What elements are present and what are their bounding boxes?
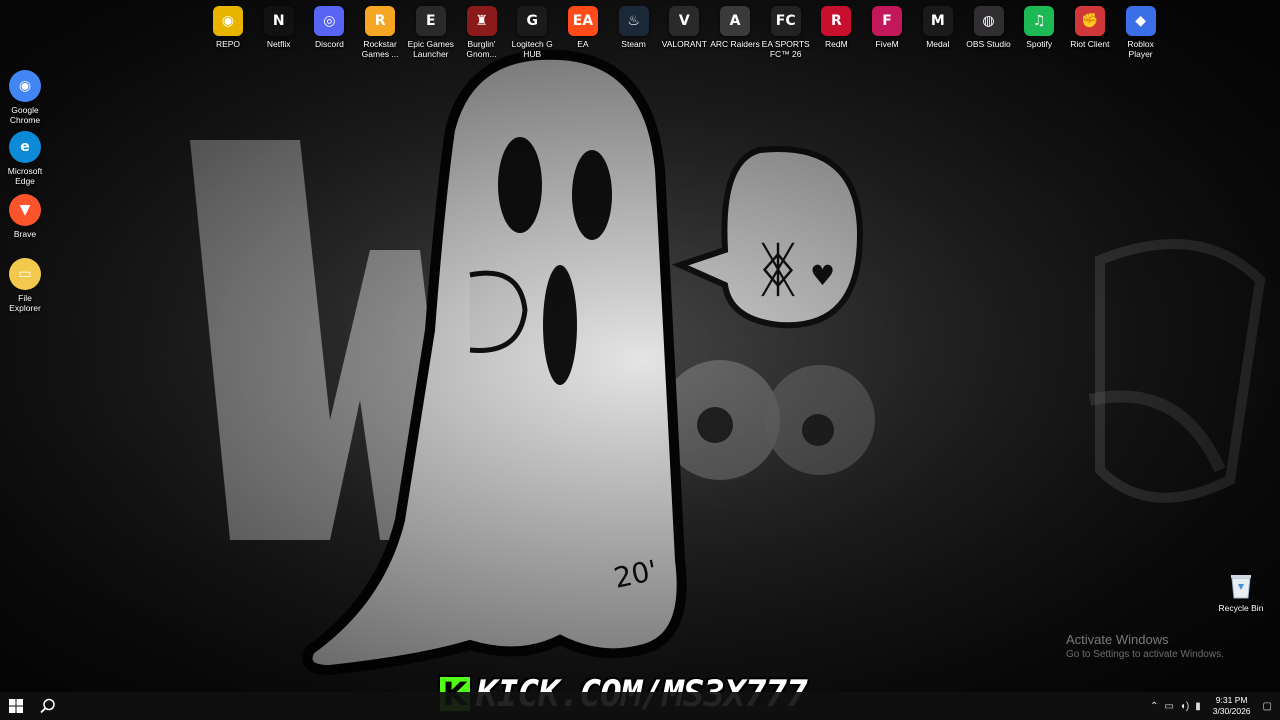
- desktop-shortcut-label: ARC Raiders: [710, 39, 760, 49]
- windows-icon: [9, 699, 23, 713]
- burglin-gnomes-icon: ♜: [466, 6, 497, 36]
- recycle-bin-shortcut[interactable]: Recycle Bin: [1216, 570, 1266, 613]
- start-button[interactable]: [0, 692, 32, 720]
- desktop-shortcut-label: Epic Games Launcher: [407, 39, 454, 59]
- desktop-shortcut-label: Roblox Player: [1127, 39, 1154, 59]
- redm-icon: R: [821, 6, 852, 36]
- taskbar: ⌃ ▭ ◖) ▮ 9:31 PM 3/30/2026 ▢: [0, 692, 1280, 720]
- desktop-shortcut[interactable]: ▼ Brave: [2, 194, 48, 239]
- desktop-shortcut-label: EA: [577, 39, 589, 49]
- desktop-shortcut[interactable]: R RedM: [811, 6, 861, 49]
- desktop-shortcut[interactable]: ◎ Discord: [304, 6, 354, 49]
- desktop-shortcut-label: Steam: [621, 39, 646, 49]
- ea-icon: EA: [567, 6, 598, 36]
- brave-icon: ▼: [9, 194, 41, 226]
- watermark-subtitle: Go to Settings to activate Windows.: [1066, 649, 1224, 660]
- volume-icon[interactable]: ◖): [1180, 701, 1189, 712]
- desktop-shortcut-label: Burglin' Gnom...: [466, 39, 497, 59]
- desktop-shortcut[interactable]: ✊ Riot Client: [1065, 6, 1115, 49]
- desktop-shortcut[interactable]: ▭ File Explorer: [2, 258, 48, 313]
- discord-icon: ◎: [314, 6, 345, 36]
- desktop-shortcut[interactable]: ◉ REPO: [203, 6, 253, 49]
- desktop-shortcut[interactable]: G Logitech G HUB: [507, 6, 557, 59]
- desktop-shortcut-label: Spotify: [1026, 39, 1053, 49]
- repo-icon: ◉: [213, 6, 243, 36]
- search-icon: [40, 698, 55, 714]
- netflix-icon: N: [263, 6, 294, 36]
- desktop-shortcut-label: Discord: [314, 39, 344, 49]
- desktop-shortcut-label: File Explorer: [9, 293, 41, 313]
- fivem-icon: F: [872, 6, 903, 36]
- desktop-shortcut-label: FiveM: [875, 39, 899, 49]
- desktop-shortcut-label: OBS Studio: [966, 39, 1011, 49]
- steam-icon: ♨: [618, 6, 649, 36]
- desktop-shortcut-label: RedM: [825, 39, 848, 49]
- rockstar-icon: R: [365, 6, 396, 36]
- desktop-shortcut-label: Medal: [926, 39, 950, 49]
- desktop-shortcut[interactable]: ◉ Google Chrome: [2, 70, 48, 125]
- valorant-icon: V: [669, 6, 700, 36]
- desktop-shortcut-label: Netflix: [266, 39, 291, 49]
- riot-client-icon: ✊: [1074, 6, 1105, 36]
- desktop-shortcut-label: Google Chrome: [9, 105, 41, 125]
- desktop-shortcut-label: REPO: [215, 39, 241, 49]
- network-icon[interactable]: ▭: [1164, 701, 1173, 712]
- microphone-icon[interactable]: ▮: [1195, 701, 1201, 712]
- desktop-shortcut[interactable]: EA EA: [558, 6, 608, 49]
- spotify-icon: ♫: [1024, 6, 1055, 36]
- desktop-shortcut[interactable]: ♜ Burglin' Gnom...: [457, 6, 507, 59]
- desktop-shortcut-label: EA SPORTS FC™ 26: [761, 39, 810, 59]
- roblox-icon: ◆: [1125, 6, 1156, 36]
- epic-games-icon: E: [415, 6, 446, 36]
- desktop-shortcut[interactable]: N Netflix: [254, 6, 304, 49]
- chevron-up-icon[interactable]: ⌃: [1150, 701, 1158, 712]
- desktop-shortcut[interactable]: V VALORANT: [659, 6, 709, 49]
- desktop-shortcut[interactable]: FC EA SPORTS FC™ 26: [761, 6, 811, 59]
- clock-date: 3/30/2026: [1212, 706, 1251, 716]
- desktop-shortcut-label: Riot Client: [1070, 39, 1110, 49]
- desktop-shortcut[interactable]: R Rockstar Games ...: [355, 6, 405, 59]
- wallpaper: ᛤ ♥ 20': [0, 0, 1280, 720]
- logitech-icon: G: [517, 6, 548, 36]
- notifications-icon[interactable]: ▢: [1263, 701, 1272, 712]
- desktop-shortcut[interactable]: e Microsoft Edge: [2, 131, 48, 186]
- clock-time: 9:31 PM: [1215, 695, 1248, 705]
- desktop-shortcut[interactable]: ◆ Roblox Player: [1116, 6, 1166, 59]
- chrome-icon: ◉: [9, 70, 41, 102]
- desktop-shortcut[interactable]: ♫ Spotify: [1014, 6, 1064, 49]
- system-tray: ⌃ ▭ ◖) ▮ 9:31 PM 3/30/2026 ▢: [1150, 692, 1280, 720]
- desktop-shortcut-label: Rockstar Games ...: [361, 39, 399, 59]
- desktop-shortcut[interactable]: F FiveM: [862, 6, 912, 49]
- desktop-shortcut-label: Microsoft Edge: [7, 166, 43, 186]
- taskbar-clock[interactable]: 9:31 PM 3/30/2026: [1213, 695, 1251, 717]
- recycle-bin-label: Recycle Bin: [1218, 603, 1264, 613]
- activate-windows-watermark: Activate Windows Go to Settings to activ…: [1066, 632, 1224, 660]
- desktop-shortcut-label: Logitech G HUB: [511, 39, 553, 59]
- search-button[interactable]: [32, 692, 64, 720]
- file-explorer-icon: ▭: [9, 258, 41, 290]
- medal-icon: M: [922, 6, 953, 36]
- ea-sports-fc-icon: FC: [770, 6, 801, 36]
- obs-icon: ◍: [973, 6, 1004, 36]
- edge-icon: e: [9, 131, 41, 163]
- desktop-shortcut-label: Brave: [13, 229, 37, 239]
- desktop-shortcut[interactable]: A ARC Raiders: [710, 6, 760, 49]
- watermark-title: Activate Windows: [1066, 632, 1169, 647]
- recycle-bin-icon: [1226, 570, 1256, 600]
- desktop-shortcut[interactable]: ◍ OBS Studio: [964, 6, 1014, 49]
- desktop-shortcut-label: VALORANT: [661, 39, 707, 49]
- desktop-shortcut[interactable]: E Epic Games Launcher: [406, 6, 456, 59]
- desktop-shortcut[interactable]: M Medal: [913, 6, 963, 49]
- arc-raiders-icon: A: [720, 6, 750, 36]
- desktop-shortcut[interactable]: ♨ Steam: [609, 6, 659, 49]
